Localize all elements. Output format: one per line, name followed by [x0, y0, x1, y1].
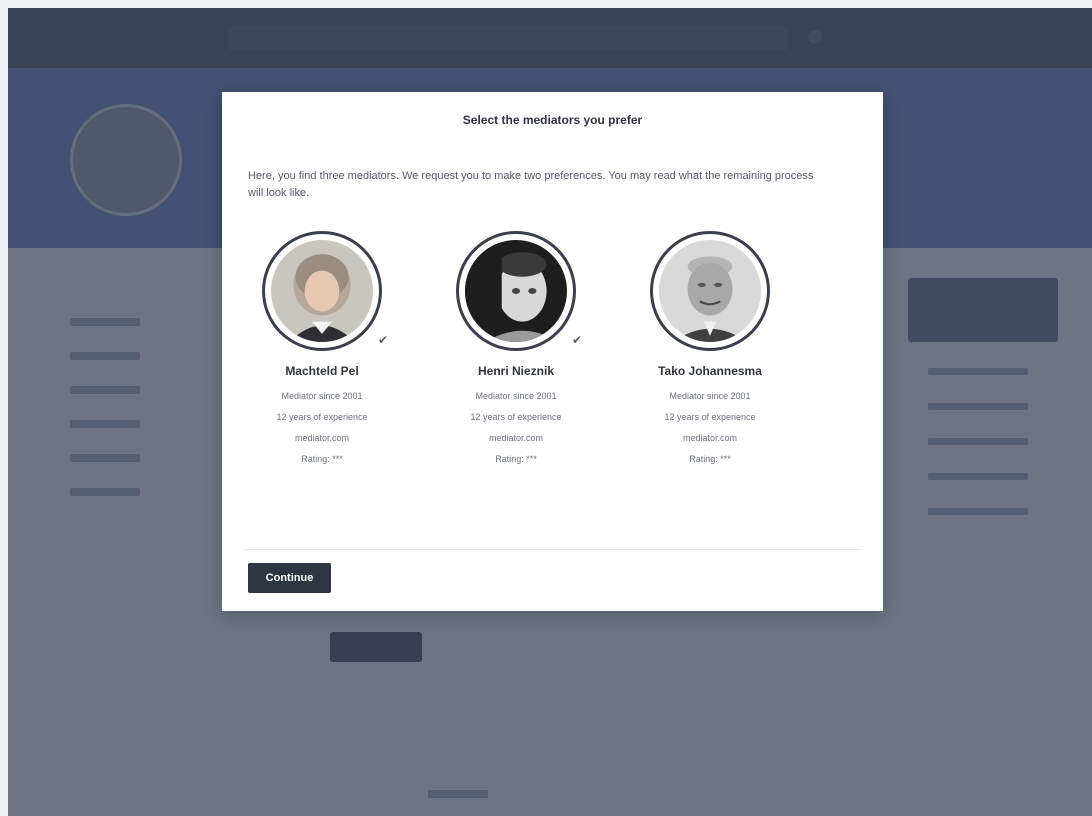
mediator-portrait — [465, 240, 567, 342]
mediator-card[interactable]: Tako Johannesma Mediator since 2001 12 y… — [610, 231, 810, 470]
mediator-experience: 12 years of experience — [664, 412, 756, 422]
mediator-name: Henri Nieznik — [477, 364, 555, 378]
mediator-photo-wrapper[interactable]: ✔ — [262, 231, 388, 351]
check-icon: ✔ — [571, 333, 582, 347]
mediator-rating: Rating: *** — [301, 454, 343, 464]
mediator-photo[interactable] — [262, 231, 382, 351]
mediator-photo[interactable] — [650, 231, 770, 351]
mediator-photo-wrapper[interactable] — [650, 231, 770, 351]
mediator-rating: Rating: *** — [689, 454, 731, 464]
mediator-rating: Rating: *** — [495, 454, 537, 464]
mediator-selection-dialog: Select the mediators you prefer Here, yo… — [222, 92, 883, 611]
mediator-since: Mediator since 2001 — [669, 391, 751, 401]
mediator-experience: 12 years of experience — [470, 412, 562, 422]
dialog-divider — [244, 549, 861, 550]
mediator-portrait — [659, 240, 761, 342]
mediator-portrait — [271, 240, 373, 342]
mediator-card[interactable]: ✔ Henri Nieznik Mediator since 2001 12 y… — [416, 231, 616, 470]
mediator-list: ✔ Machteld Pel Mediator since 2001 12 ye… — [222, 231, 883, 491]
mediator-card[interactable]: ✔ Machteld Pel Mediator since 2001 12 ye… — [222, 231, 422, 470]
mediator-name: Machteld Pel — [285, 364, 359, 378]
check-icon: ✔ — [377, 333, 388, 347]
dialog-description: Here, you find three mediators. We reque… — [248, 170, 814, 199]
mediator-name: Tako Johannesma — [658, 364, 762, 378]
mediator-experience: 12 years of experience — [276, 412, 368, 422]
continue-button[interactable]: Continue — [248, 563, 331, 593]
mediator-website[interactable]: mediator.com — [610, 428, 810, 449]
mediator-website[interactable]: mediator.com — [416, 428, 616, 449]
mediator-since: Mediator since 2001 — [475, 391, 557, 401]
mediator-photo[interactable] — [456, 231, 576, 351]
mediator-website[interactable]: mediator.com — [222, 428, 422, 449]
dialog-title: Select the mediators you prefer — [462, 113, 643, 127]
mediator-since: Mediator since 2001 — [281, 391, 363, 401]
mediator-photo-wrapper[interactable]: ✔ — [456, 231, 582, 351]
